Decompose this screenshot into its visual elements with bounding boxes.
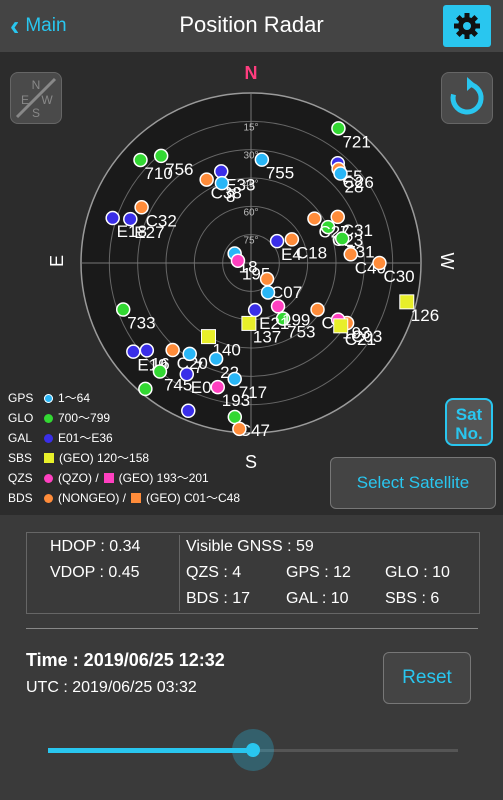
satellite-label: C21 [345,330,376,349]
bds-count: BDS : 17 [186,590,251,607]
elevation-label: 15° [243,122,258,133]
direction-w: W [437,253,457,270]
gps-count: GPS : 12 [286,564,351,581]
qzs-square-icon [103,473,114,483]
time-slider-thumb[interactable] [232,729,274,771]
slider-thumb-dot [246,743,260,757]
satellite-label: E4 [281,245,302,264]
visible-gnss-value: Visible GNSS : 59 [186,538,314,555]
svg-text:N: N [32,78,41,92]
refresh-button[interactable] [441,72,493,124]
gear-icon [454,13,480,39]
select-satellite-button[interactable]: Select Satellite [330,457,496,509]
gal-count: GAL : 10 [286,590,349,607]
svg-text:W: W [41,93,53,107]
satellite-label: 28 [344,178,363,197]
bds-square-icon [131,493,141,503]
compass-rotate-icon: N E W S [15,77,57,120]
legend-desc: (GEO) C01～C48 [146,491,241,505]
legend-key: QZS [8,471,33,485]
local-time: Time : 2019/06/25 12:32 [26,650,225,670]
satellite-label: C30 [383,267,414,286]
satellite-label: 721 [342,132,370,151]
legend-row-qzs: QZS (QZO) / (GEO) 193～201 [8,468,240,488]
legend-desc: 700～799 [58,411,111,425]
legend-desc: (GEO) 120～158 [59,451,150,465]
satellite-label: 137 [253,327,281,346]
gps-dot-icon [44,393,53,403]
gal-dot-icon [44,433,53,443]
satellite-label: 126 [411,306,439,325]
legend-desc: E01～E36 [58,431,113,445]
sbs-square-icon [44,453,54,463]
legend-desc: 1～64 [58,391,91,405]
header-bar: ‹ Main Position Radar [0,0,503,52]
legend-key: GLO [8,411,34,425]
sat-no-button[interactable]: Sat No. [445,398,493,446]
reset-button[interactable]: Reset [383,652,471,704]
satellite-label: 7 [194,358,203,377]
glo-count: GLO : 10 [385,564,450,581]
sbs-count: SBS : 6 [385,590,440,607]
legend-row-sbs: SBS (GEO) 120～158 [8,448,240,468]
stats-divider [179,535,180,611]
legend-key: GPS [8,391,34,405]
legend-row-gps: GPS 1～64 [8,388,240,408]
legend-desc: (GEO) 193～201 [118,471,209,485]
hdop-value: HDOP : 0.34 [50,538,141,555]
compass-toggle-button[interactable]: N E W S [10,72,62,124]
page-title: Position Radar [179,12,324,37]
satellite-label: 8 [226,187,235,206]
dop-stats-panel: HDOP : 0.34 VDOP : 0.45 Visible GNSS : 5… [26,532,480,614]
utc-time: UTC : 2019/06/25 03:32 [26,679,197,696]
legend-row-glo: GLO 700～799 [8,408,240,428]
svg-text:S: S [32,106,40,120]
sat-no-label-2: No. [455,424,483,443]
vdop-value: VDOP : 0.45 [50,564,140,581]
legend-row-bds: BDS (NONGEO) / (GEO) C01～C48 [8,488,240,508]
direction-e: E [47,255,67,267]
bds-dot-icon [44,493,53,503]
satellite-label: 733 [127,314,155,333]
legend-key: BDS [8,491,33,505]
qzs-count: QZS : 4 [186,564,242,581]
satellite-label: 717 [239,383,267,402]
satellite-label: E18 [117,222,147,241]
legend-row-gal: GAL E01～E36 [8,428,240,448]
satellite-label: 755 [266,164,294,183]
sat-no-label-1: Sat [455,405,483,424]
legend-key: GAL [8,431,33,445]
glo-dot-icon [44,413,53,423]
elevation-label: 75° [243,236,258,247]
time-slider-fill [48,748,253,753]
legend-desc: (NONGEO) / [58,491,126,505]
legend-desc: (QZO) / [58,471,99,485]
elevation-label: 60° [243,207,258,218]
direction-s: S [245,452,257,472]
refresh-icon [450,77,484,115]
settings-button[interactable] [443,5,491,47]
qzs-dot-icon [44,473,53,483]
satellite-legend: GPS 1～64 GLO 700～799 GAL E01～E36 SBS (GEO) 1… [8,388,240,508]
satellite-label: 756 [165,160,193,179]
legend-key: SBS [8,451,33,465]
direction-n: N [245,63,258,83]
section-divider [26,628,478,629]
